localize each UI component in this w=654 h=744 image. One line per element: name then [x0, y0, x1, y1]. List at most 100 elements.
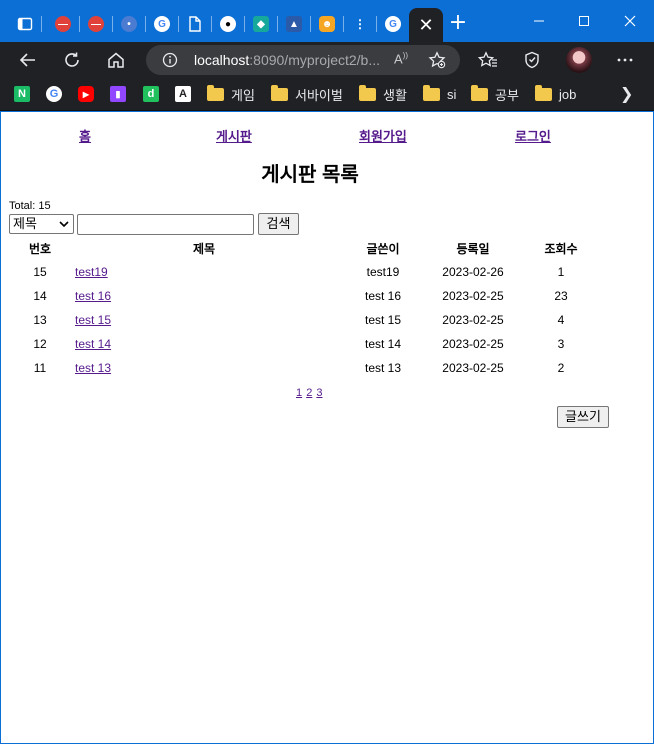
nav-home-link[interactable]: 홈: [79, 126, 91, 145]
tab-2[interactable]: —: [81, 9, 111, 39]
tab-3[interactable]: •: [114, 9, 144, 39]
page-link-1[interactable]: 1: [296, 387, 302, 399]
post-title-link[interactable]: test 16: [75, 289, 111, 303]
minimize-icon: [534, 20, 544, 22]
new-tab-button[interactable]: +: [446, 12, 470, 36]
maximize-button[interactable]: [570, 8, 598, 34]
bookmark-d[interactable]: d: [143, 85, 159, 103]
add-favorite-icon[interactable]: [428, 51, 446, 69]
search-field-value: 제목: [13, 216, 37, 231]
folder-icon: [423, 84, 440, 101]
back-button[interactable]: [14, 46, 42, 74]
bookmark-label: si: [447, 86, 457, 102]
post-title-link[interactable]: test 13: [75, 361, 111, 375]
omnibox[interactable]: localhost:8090/myproject2/b... A)): [146, 45, 460, 75]
read-aloud-icon[interactable]: A)): [394, 51, 408, 66]
row-number: 11: [33, 361, 47, 375]
row-writer: test 13: [364, 361, 402, 375]
bookmark-folder-life[interactable]: 생활: [359, 84, 407, 103]
chevron-right-icon[interactable]: ❯: [620, 84, 633, 103]
tab-6[interactable]: ●: [213, 9, 243, 39]
tab-favicon-blue-icon: ▲: [286, 16, 302, 32]
search-field-select[interactable]: 제목: [9, 214, 74, 234]
column-header-date: 등록일: [456, 242, 490, 256]
nav-board-link[interactable]: 게시판: [216, 126, 252, 145]
page-title: 게시판 목록: [261, 164, 359, 186]
table-row: 11 test 13 test 13 2023-02-25 2: [1, 356, 641, 380]
bookmark-label: 게임: [231, 87, 255, 103]
bookmark-folder-job[interactable]: job: [535, 84, 577, 103]
column-header-number: 번호: [28, 242, 52, 256]
address-bar-row: localhost:8090/myproject2/b... A)): [0, 42, 654, 78]
bookmark-folder-survival[interactable]: 서바이벌: [271, 84, 343, 103]
row-number: 15: [33, 265, 47, 279]
nav-login-link[interactable]: 로그인: [515, 126, 551, 145]
bookmark-label: job: [559, 86, 577, 102]
row-number: 12: [33, 337, 47, 351]
bookmark-google[interactable]: G: [46, 85, 62, 103]
site-info-icon[interactable]: [162, 52, 178, 68]
tab-9[interactable]: ☻: [312, 9, 342, 39]
column-header-writer: 글쓴이: [366, 242, 400, 256]
browser-essentials-button[interactable]: [518, 46, 546, 74]
twitch-icon: ▮: [110, 86, 126, 102]
bookmark-folder-study[interactable]: 공부: [471, 84, 519, 103]
tab-active[interactable]: ✕: [409, 8, 443, 42]
home-button[interactable]: [102, 46, 130, 74]
back-arrow-icon: [19, 53, 35, 67]
close-window-button[interactable]: [616, 8, 644, 34]
refresh-icon: [65, 52, 79, 67]
row-number: 13: [33, 313, 47, 327]
tab-5[interactable]: [180, 9, 210, 39]
bookmark-folder-si[interactable]: si: [423, 84, 457, 103]
row-views: 23: [554, 289, 568, 303]
bookmark-youtube[interactable]: ▶: [78, 85, 94, 103]
nav-signup-link[interactable]: 회원가입: [359, 126, 407, 145]
row-number: 14: [33, 289, 47, 303]
bookmark-a[interactable]: A: [175, 85, 191, 103]
folder-icon: [535, 84, 552, 101]
url-host: localhost: [194, 52, 250, 68]
folder-icon: [271, 84, 288, 101]
settings-menu-button[interactable]: [611, 46, 639, 74]
tab-10[interactable]: ⋮: [345, 9, 375, 39]
tab-4[interactable]: G: [147, 9, 177, 39]
bookmark-notion[interactable]: N: [14, 85, 30, 103]
url-text[interactable]: localhost:8090/myproject2/b...: [194, 52, 380, 68]
tab-favicon-red-icon: —: [55, 16, 71, 32]
google-icon: G: [154, 16, 170, 32]
bookmark-label: 생활: [383, 87, 407, 103]
page-link-2[interactable]: 2: [306, 387, 312, 399]
bookmark-label: 서바이벌: [295, 87, 343, 103]
column-header-views: 조회수: [544, 242, 578, 256]
bookmark-twitch[interactable]: ▮: [110, 85, 126, 103]
google-icon: G: [46, 86, 62, 102]
chevron-down-icon: [59, 221, 69, 228]
post-title-link[interactable]: test19: [75, 265, 108, 279]
total-count: Total: 15: [9, 200, 51, 212]
favorites-button[interactable]: [474, 46, 502, 74]
post-title-link[interactable]: test 14: [75, 337, 111, 351]
tab-8[interactable]: ▲: [279, 9, 309, 39]
profile-avatar[interactable]: [566, 47, 592, 73]
tab-11[interactable]: G: [378, 9, 408, 39]
tab-actions-icon[interactable]: [10, 9, 40, 39]
row-date: 2023-02-25: [442, 313, 504, 327]
minimize-button[interactable]: [525, 8, 553, 34]
tab-1[interactable]: —: [48, 9, 78, 39]
search-button[interactable]: 검색: [258, 213, 299, 235]
row-views: 4: [557, 313, 565, 327]
close-tab-icon[interactable]: ✕: [418, 15, 433, 36]
search-input[interactable]: [77, 214, 254, 235]
bookmark-folder-game[interactable]: 게임: [207, 84, 255, 103]
post-title-link[interactable]: test 15: [75, 313, 111, 327]
page-link-3[interactable]: 3: [316, 387, 322, 399]
write-post-button[interactable]: 글쓰기: [557, 406, 609, 428]
web-page: 홈 게시판 회원가입 로그인 게시판 목록 Total: 15 제목 검색 번호…: [1, 112, 653, 743]
home-icon: [108, 52, 124, 68]
row-writer: test 15: [364, 313, 402, 327]
table-row: 13 test 15 test 15 2023-02-25 4: [1, 308, 641, 332]
refresh-button[interactable]: [58, 46, 86, 74]
tab-7[interactable]: ◆: [246, 9, 276, 39]
shield-heart-icon: [525, 51, 539, 69]
